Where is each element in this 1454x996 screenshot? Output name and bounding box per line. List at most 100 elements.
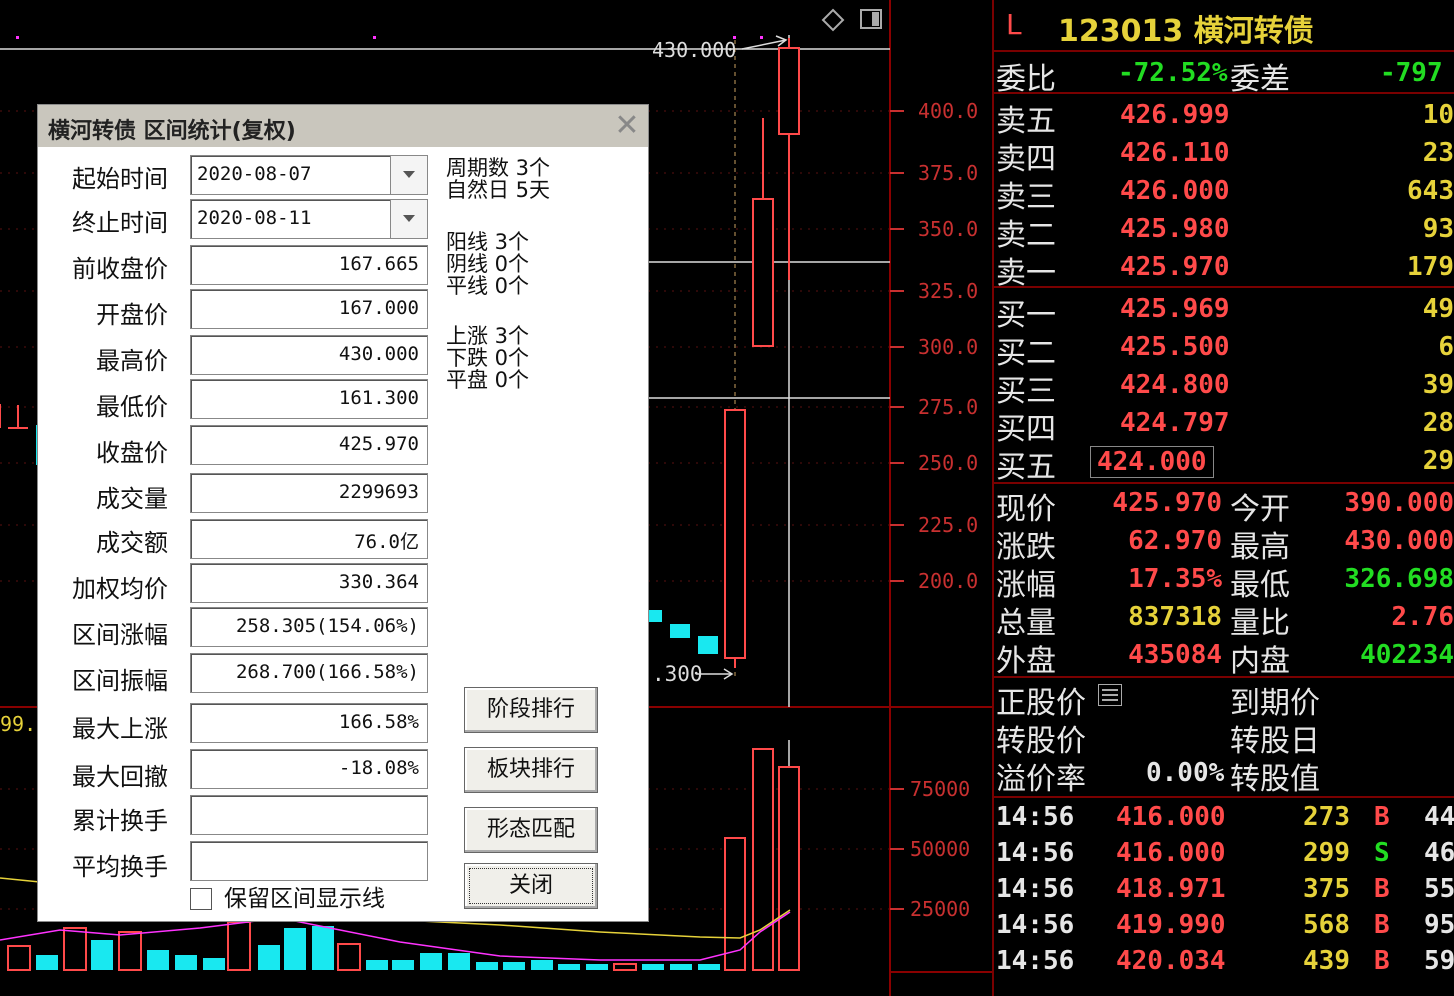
quote-stat-value: 402234 xyxy=(1360,640,1454,670)
vwap-field[interactable]: 330.364 xyxy=(190,563,428,603)
tick-side: B xyxy=(1374,946,1390,976)
ask-price[interactable]: 426.110 xyxy=(1120,138,1230,168)
ask-price[interactable]: 425.970 xyxy=(1120,252,1230,282)
prev-close-field[interactable]: 167.665 xyxy=(190,245,428,285)
range-change-value: 258.305(154.06%) xyxy=(235,615,419,637)
down-count: 下跌 0个 xyxy=(446,346,530,370)
low-price-label: 最低价 xyxy=(96,393,168,421)
natural-days: 自然日 5天 xyxy=(446,178,551,202)
volume-value: 2299693 xyxy=(338,481,419,503)
keep-lines-checkbox[interactable] xyxy=(190,888,212,910)
ask-price[interactable]: 425.980 xyxy=(1120,214,1230,244)
volume-axis-label: 50000 xyxy=(910,837,971,861)
max-rise-value: 166.58% xyxy=(338,711,419,733)
cum-turnover-label: 累计换手 xyxy=(72,807,168,835)
volume-label: 成交量 xyxy=(96,485,168,513)
interval-stats-dialog: 横河转债 区间统计(复权) ✕ 起始时间 2020-08-07 终止时间 202… xyxy=(37,104,649,922)
max-drawdown-field[interactable]: -18.08% xyxy=(190,749,428,789)
bid-price[interactable]: 424.797 xyxy=(1120,408,1230,438)
tick-volume: 568 xyxy=(1303,910,1350,940)
bid-qty: 28 xyxy=(1422,408,1454,438)
price-axis-label: 275.0 xyxy=(918,395,979,419)
flat-line-count: 平线 0个 xyxy=(446,274,530,298)
dialog-title: 横河转债 区间统计(复权) xyxy=(48,119,296,144)
vwap-value: 330.364 xyxy=(338,571,419,593)
tick-time: 14:56 xyxy=(996,874,1075,904)
open-price-label: 开盘价 xyxy=(96,301,168,329)
dialog-titlebar[interactable]: 横河转债 区间统计(复权) ✕ xyxy=(38,105,648,147)
max-drawdown-label: 最大回撤 xyxy=(72,763,168,791)
quote-stat-value: 390.000 xyxy=(1344,488,1454,518)
stage-rank-button[interactable]: 阶段排行 xyxy=(464,687,598,733)
bid-price[interactable]: 425.969 xyxy=(1120,294,1230,324)
close-button[interactable]: 关闭 xyxy=(464,863,598,909)
cum-turnover-field[interactable] xyxy=(190,795,428,835)
low-price-value: 161.300 xyxy=(338,387,419,409)
end-time-select[interactable]: 2020-08-11 xyxy=(190,199,428,239)
chevron-down-icon[interactable] xyxy=(390,156,427,194)
l-marker: L xyxy=(1006,8,1022,41)
tick-side: B xyxy=(1374,802,1390,832)
price-axis-label: 250.0 xyxy=(918,451,979,475)
quote-stat-value: 430.000 xyxy=(1344,526,1454,556)
sector-rank-button[interactable]: 板块排行 xyxy=(464,747,598,793)
avg-turnover-field[interactable] xyxy=(190,841,428,881)
diamond-icon[interactable] xyxy=(821,8,845,32)
bid-price[interactable]: 425.500 xyxy=(1120,332,1230,362)
high-price-field[interactable]: 430.000 xyxy=(190,335,428,375)
bid-price[interactable]: 424.800 xyxy=(1120,370,1230,400)
ask-qty: 93 xyxy=(1422,214,1454,244)
range-change-field[interactable]: 258.305(154.06%) xyxy=(190,607,428,647)
prev-close-value: 167.665 xyxy=(338,253,419,275)
bid-qty: 49 xyxy=(1422,294,1454,324)
quote-stat-value: 2.76 xyxy=(1391,602,1454,632)
close-price-value: 425.970 xyxy=(338,433,419,455)
tick-time: 14:56 xyxy=(996,910,1075,940)
amplitude-label: 区间振幅 xyxy=(72,667,168,695)
tick-price: 416.000 xyxy=(1116,802,1226,832)
tick-price: 419.990 xyxy=(1116,910,1226,940)
max-drawdown-value: -18.08% xyxy=(338,757,419,779)
ask-price[interactable]: 426.000 xyxy=(1120,176,1230,206)
amount-value: 76.0亿 xyxy=(354,531,419,553)
high-price-value: 430.000 xyxy=(338,343,419,365)
volume-field[interactable]: 2299693 xyxy=(190,473,428,513)
bid-qty: 6 xyxy=(1438,332,1454,362)
table-icon[interactable] xyxy=(1098,684,1122,706)
close-price-label: 收盘价 xyxy=(96,439,168,467)
price-axis-label: 350.0 xyxy=(918,217,979,241)
bid-label: 买五 xyxy=(996,450,1056,485)
tick-side: B xyxy=(1374,874,1390,904)
vwap-label: 加权均价 xyxy=(72,575,168,603)
amplitude-field[interactable]: 268.700(166.58%) xyxy=(190,653,428,693)
quote-stat-label: 内盘 xyxy=(1230,644,1290,679)
start-time-select[interactable]: 2020-08-07 xyxy=(190,155,428,195)
price-axis-label: 400.0 xyxy=(918,99,979,123)
price-axis-label: 325.0 xyxy=(918,279,979,303)
pattern-match-button[interactable]: 形态匹配 xyxy=(464,807,598,853)
open-price-field[interactable]: 167.000 xyxy=(190,289,428,329)
tick-count: 59 xyxy=(1424,946,1454,976)
ask-qty: 179 xyxy=(1407,252,1454,282)
bid-qty: 39 xyxy=(1422,370,1454,400)
panel-toggle-icon[interactable] xyxy=(860,9,882,29)
amount-field[interactable]: 76.0亿 xyxy=(190,519,428,559)
ask-qty: 10 xyxy=(1422,100,1454,130)
tick-volume: 375 xyxy=(1303,874,1350,904)
yin-count: 阴线 0个 xyxy=(446,252,530,276)
max-rise-field[interactable]: 166.58% xyxy=(190,703,428,743)
bid-qty: 29 xyxy=(1422,446,1454,476)
high-price-label: 最高价 xyxy=(96,347,168,375)
weibi-value: -72.52% xyxy=(1118,58,1228,88)
bid-price[interactable]: 424.000 xyxy=(1090,446,1214,478)
chevron-down-icon[interactable] xyxy=(390,200,427,238)
close-icon[interactable]: ✕ xyxy=(612,111,642,141)
volume-axis-label: 75000 xyxy=(910,777,971,801)
low-price-field[interactable]: 161.300 xyxy=(190,379,428,419)
quote-stat-value: 837318 xyxy=(1128,602,1222,632)
price-axis-label: 375.0 xyxy=(918,161,979,185)
conversion-value-label: 转股值 xyxy=(1230,762,1320,797)
close-price-field[interactable]: 425.970 xyxy=(190,425,428,465)
end-time-value: 2020-08-11 xyxy=(197,207,312,229)
ask-price[interactable]: 426.999 xyxy=(1120,100,1230,130)
